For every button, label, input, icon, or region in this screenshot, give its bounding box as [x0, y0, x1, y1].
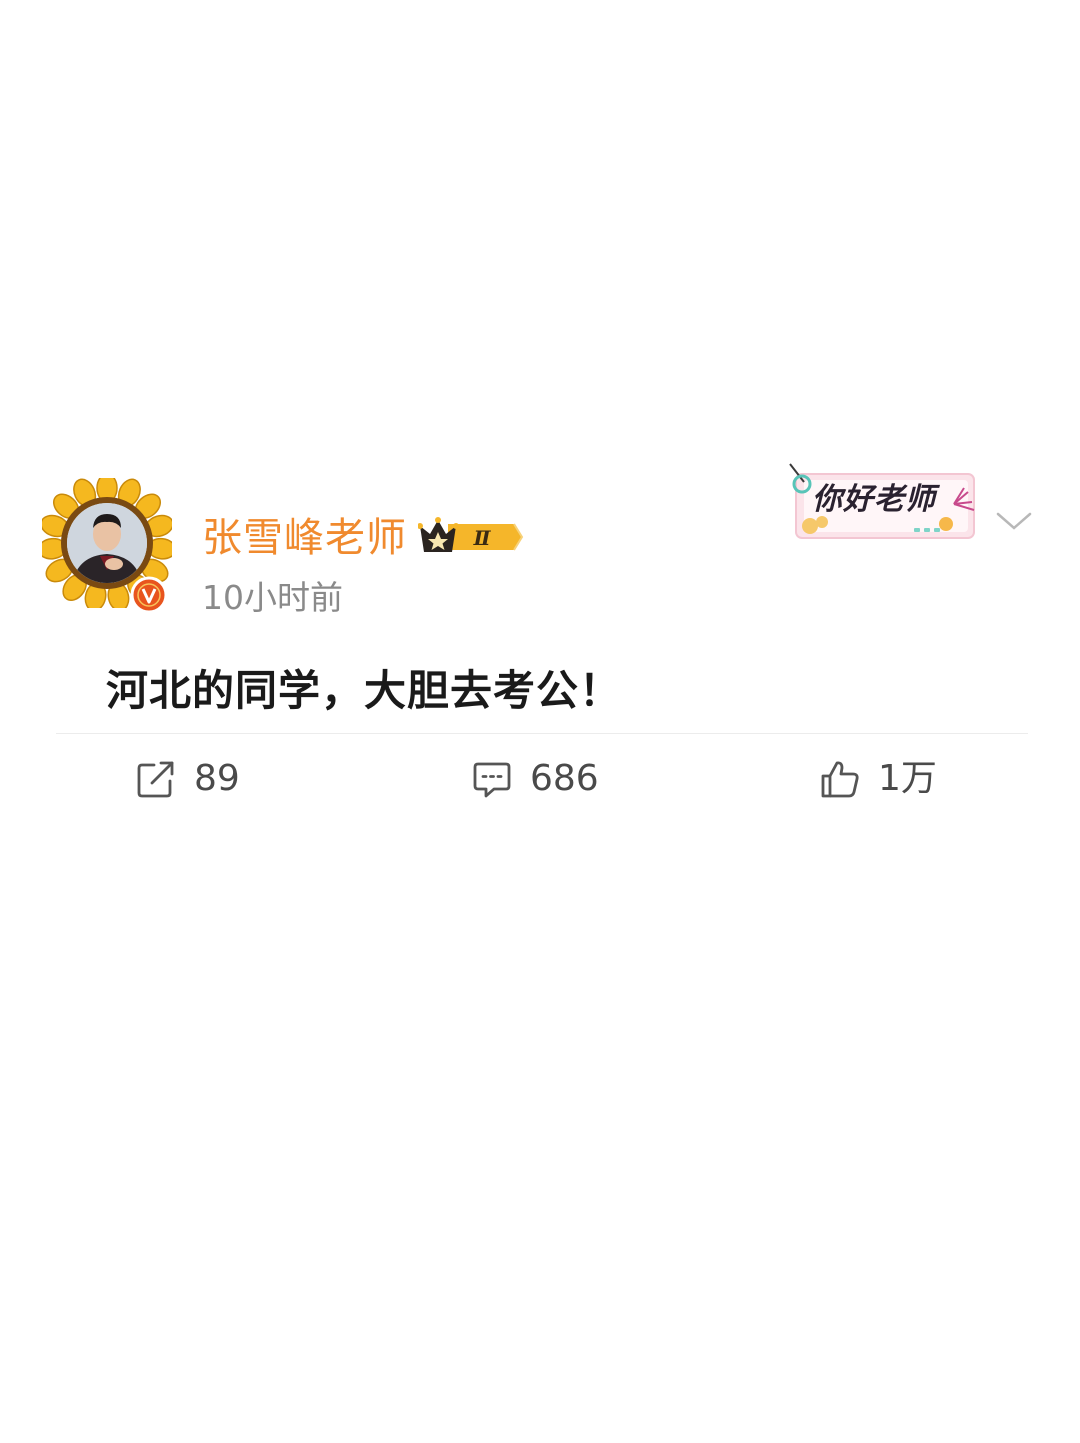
crown-icon[interactable]: Ⅱ [418, 516, 524, 558]
divider [56, 733, 1028, 734]
avatar[interactable] [42, 478, 172, 614]
decor-card-label: 你好老师 [812, 482, 936, 517]
post-time: 10小时前 [202, 578, 343, 617]
like-count: 1万 [878, 758, 937, 799]
thumbs-up-icon [821, 761, 859, 798]
weibo-post-card: 张雪峰老师 Ⅱ 10小时前 你好老师 河北的同学，大胆去考公！ 89 686 1… [0, 460, 1080, 830]
comment-bubble-icon [473, 762, 511, 798]
repost-count: 89 [194, 758, 240, 799]
like-button[interactable]: 1万 [820, 754, 937, 804]
post-content: 河北的同学，大胆去考公！ [106, 666, 623, 715]
share-arrow-icon [137, 761, 174, 798]
author-name[interactable]: 张雪峰老师 [202, 514, 407, 562]
chevron-down-icon[interactable] [994, 506, 1034, 536]
comment-count: 686 [530, 758, 599, 799]
verified-v-icon [130, 576, 168, 614]
vip-level-label: Ⅱ [473, 526, 492, 550]
comment-button[interactable]: 686 [472, 754, 599, 804]
repost-button[interactable]: 89 [136, 754, 240, 804]
